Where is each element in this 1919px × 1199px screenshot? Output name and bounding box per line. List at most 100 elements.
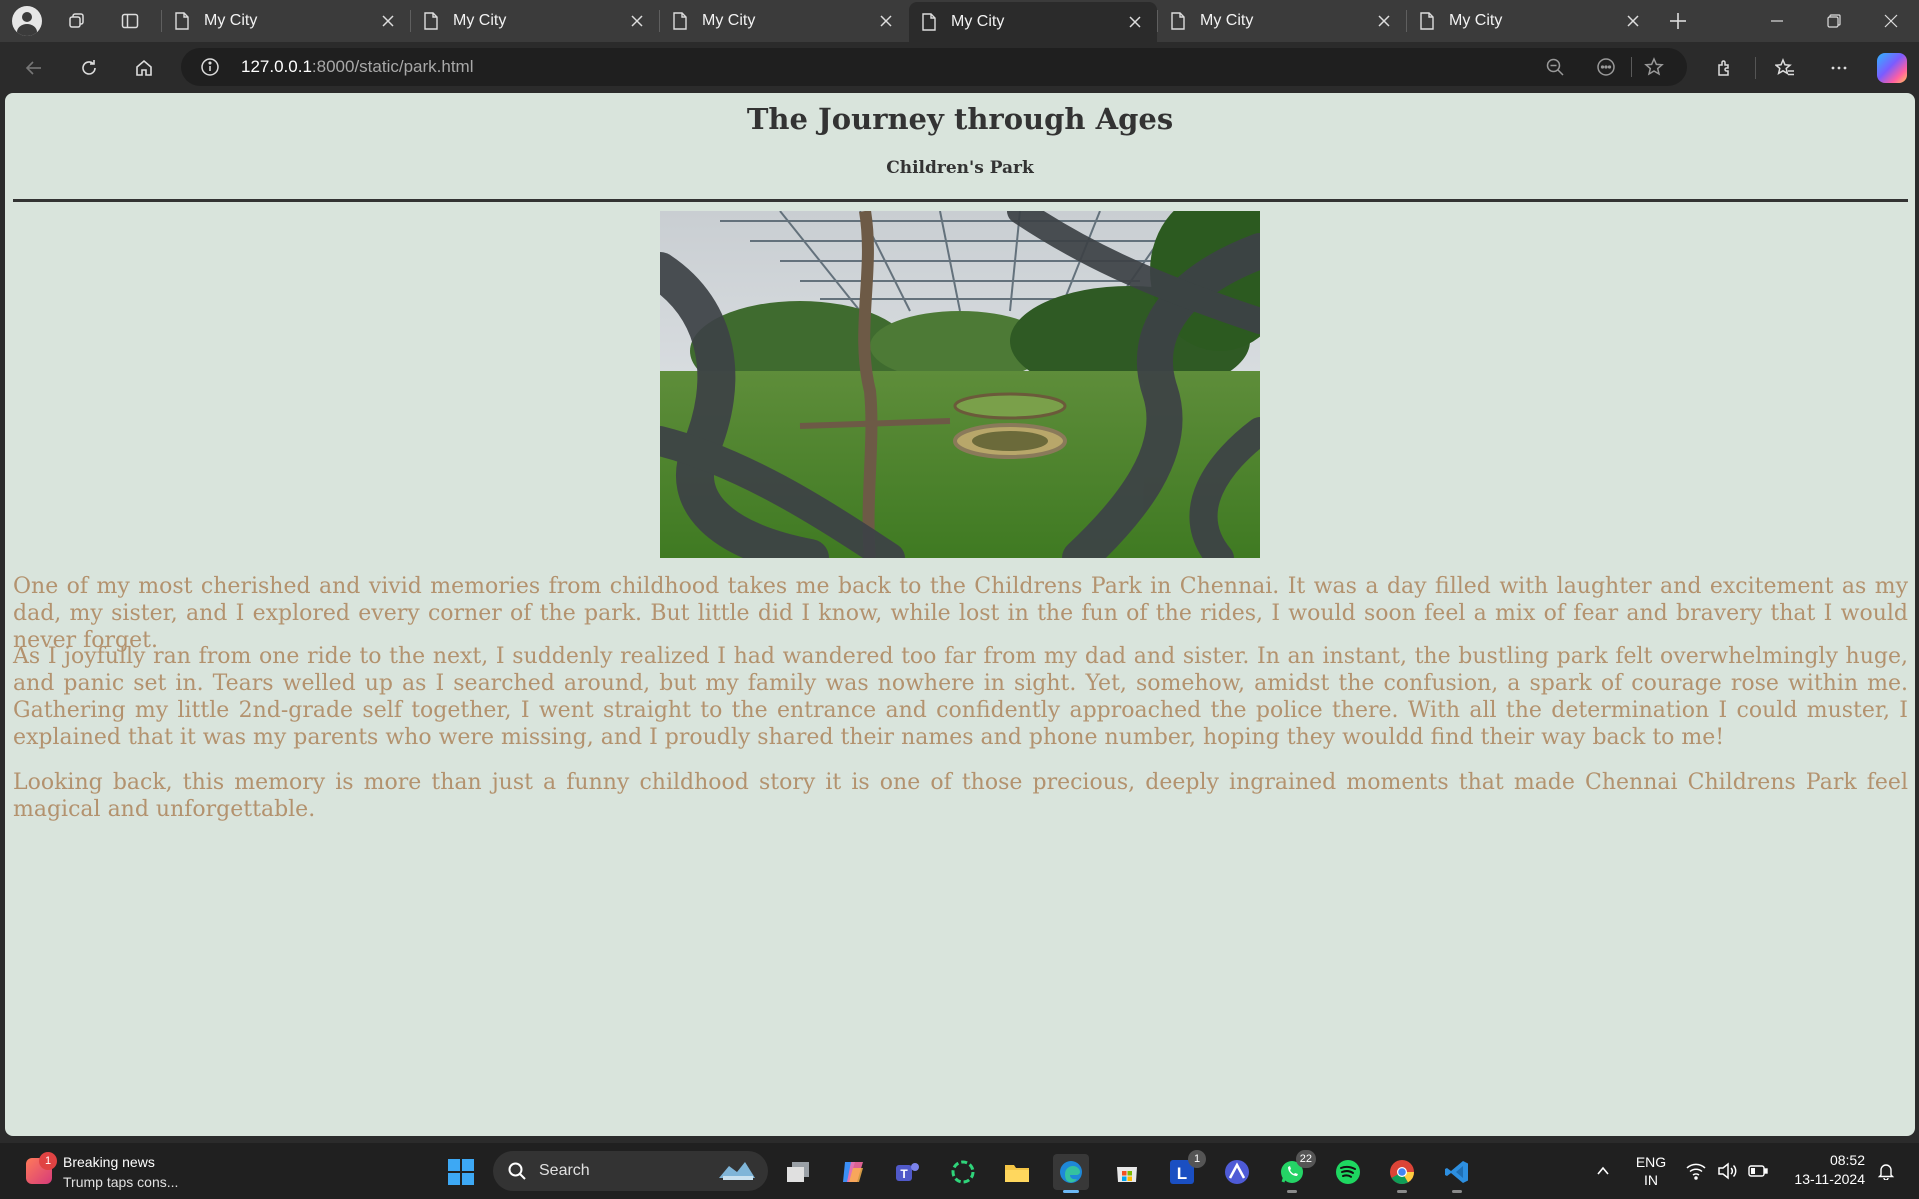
news-title: Breaking news [63,1154,155,1170]
browser-tab[interactable]: My City [1157,0,1406,42]
tab-title: My City [702,12,756,29]
browser-tab[interactable]: My City [659,0,908,42]
tab-close-icon[interactable] [1621,9,1645,33]
clock[interactable]: 08:52 13-11-2024 [1785,1151,1865,1189]
story-paragraph-1: One of my most cherished and vivid memor… [13,574,1908,653]
page-subtitle: Children's Park [886,158,1034,178]
back-button[interactable] [17,51,51,85]
tab-title: My City [453,12,507,29]
clock-date: 13-11-2024 [1794,1171,1865,1187]
address-divider [1631,57,1632,77]
language-indicator[interactable]: ENG IN [1628,1143,1674,1199]
browser-tab[interactable]: My City [909,2,1157,42]
browser-tab[interactable]: My City [1406,0,1655,42]
tab-title: My City [1449,12,1503,29]
page-title: The Journey through Ages [746,102,1174,136]
edge-icon[interactable] [1053,1154,1089,1193]
url-host: 127.0.0.1 [241,57,312,76]
favorite-star-icon[interactable] [1640,53,1668,81]
tab-separator [1157,10,1158,32]
copilot-app-icon[interactable] [835,1154,871,1190]
browser-toolbar: 127.0.0.1:8000/static/park.html [0,42,1919,92]
park-photo [660,211,1260,558]
tab-close-icon[interactable] [1372,9,1396,33]
wifi-icon[interactable] [1684,1143,1708,1199]
profile-avatar-icon[interactable] [12,6,42,36]
tab-close-icon[interactable] [625,9,649,33]
taskbar: 1 Breaking news Trump taps cons... Searc… [0,1143,1919,1199]
browser-tab[interactable]: My City [410,0,659,42]
browser-tab[interactable]: My City [161,0,410,42]
vscode-icon[interactable] [1439,1154,1475,1193]
tab-close-icon[interactable] [1123,10,1147,34]
whatsapp-badge: 22 [1295,1150,1316,1168]
page-document-icon [922,13,936,31]
tab-separator [1406,10,1407,32]
workspaces-icon[interactable] [62,6,92,36]
site-info-icon[interactable] [198,55,222,79]
tab-title: My City [204,12,258,29]
battery-icon[interactable] [1746,1143,1770,1199]
page-document-icon [424,12,438,30]
language-code: ENG [1635,1154,1667,1170]
address-bar[interactable]: 127.0.0.1:8000/static/park.html [181,48,1687,86]
minimize-button[interactable] [1749,0,1805,42]
chrome-icon[interactable] [1384,1154,1420,1193]
restore-button[interactable] [1806,0,1862,42]
zoom-out-icon[interactable] [1541,53,1569,81]
reader-mode-icon[interactable] [1592,53,1620,81]
toolbar-divider [1755,57,1756,79]
teams-icon[interactable]: T [889,1154,925,1190]
url-path: :8000/static/park.html [311,57,474,76]
tab-title: My City [951,13,1005,30]
language-region: IN [1644,1172,1658,1188]
file-explorer-icon[interactable] [999,1154,1035,1190]
task-view-icon[interactable] [780,1154,816,1190]
tab-separator [659,10,660,32]
search-highlight-icon [719,1162,755,1180]
tab-strip: My City My City My City My City My City My Ci… [0,0,1919,42]
url-text[interactable]: 127.0.0.1:8000/static/park.html [241,57,473,77]
tab-close-icon[interactable] [376,9,400,33]
page-document-icon [175,12,189,30]
page-viewport: The Journey through Ages Children's Park [5,93,1915,1136]
taskbar-search[interactable]: Search [493,1151,768,1191]
search-icon [508,1162,526,1180]
story-paragraph-2: As I joyfully ran from one ride to the n… [13,644,1908,750]
tab-separator [161,10,162,32]
news-widget[interactable]: 1 Breaking news Trump taps cons... [22,1151,222,1191]
search-placeholder: Search [539,1162,590,1179]
close-window-button[interactable] [1863,0,1919,42]
l-app-badge: 1 [1188,1150,1206,1168]
whatsapp-icon[interactable]: 22 [1274,1150,1316,1193]
more-menu-icon[interactable] [1822,51,1856,85]
start-icon[interactable] [443,1154,479,1190]
tab-title: My City [1200,12,1254,29]
news-snippet: Trump taps cons... [63,1174,179,1190]
l-app-icon[interactable]: L 1 [1164,1150,1206,1190]
copilot-sidebar-icon[interactable] [1877,53,1907,83]
show-hidden-icons-button[interactable] [1588,1143,1618,1199]
clock-time: 08:52 [1829,1152,1865,1168]
volume-icon[interactable] [1715,1143,1739,1199]
spotify-icon[interactable] [1330,1154,1366,1190]
page-document-icon [673,12,687,30]
title-divider [13,199,1908,202]
notifications-icon[interactable] [1874,1143,1898,1199]
tab-separator [410,10,411,32]
favorites-icon[interactable] [1768,51,1802,85]
home-button[interactable] [127,51,161,85]
svg-text:L: L [1177,1164,1187,1183]
store-icon[interactable] [1109,1154,1145,1190]
extensions-icon[interactable] [1708,51,1742,85]
news-badge: 1 [39,1152,57,1170]
tab-actions-icon[interactable] [115,6,145,36]
arc-app-icon[interactable] [1219,1154,1255,1190]
refresh-button[interactable] [72,51,106,85]
tab-close-icon[interactable] [874,9,898,33]
new-tab-button[interactable] [1663,6,1693,36]
page-document-icon [1420,12,1434,30]
story-paragraph-3: Looking back, this memory is more than j… [13,770,1908,822]
page-document-icon [1171,12,1185,30]
circle-app-icon[interactable] [945,1154,981,1190]
